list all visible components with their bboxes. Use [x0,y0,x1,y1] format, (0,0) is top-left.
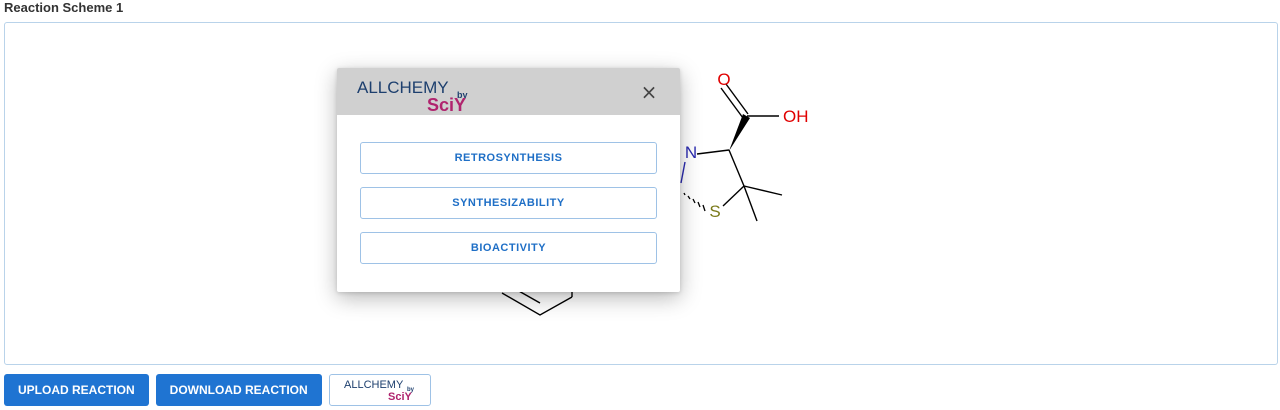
upload-reaction-button[interactable]: UPLOAD REACTION [4,374,149,406]
bioactivity-button[interactable]: BIOACTIVITY [360,232,657,264]
reaction-toolbar: UPLOAD REACTION DOWNLOAD REACTION ALLCHE… [4,374,431,406]
hashed-bond [683,192,706,212]
ring-bond [680,161,686,184]
close-button[interactable]: × [638,81,660,103]
methyl-bond [743,185,758,222]
allchemy-logo: ALLCHEMY by SciY [357,78,468,112]
ring-bond [696,149,730,155]
wedge-bond [729,114,750,151]
logo-main-text: ALLCHEMY [344,379,404,391]
modal-body: RETROSYNTHESIS SYNTHESIZABILITY BIOACTIV… [337,115,680,264]
allchemy-modal: ALLCHEMY by SciY × RETROSYNTHESIS SYNTHE… [337,68,680,292]
nitrogen-label: N [685,143,697,162]
modal-header: ALLCHEMY by SciY × [337,68,680,115]
section-title: Reaction Scheme 1 [4,0,124,15]
allchemy-button[interactable]: ALLCHEMY by SciY [328,374,431,406]
methyl-bond [743,185,783,196]
ring-bond [728,149,745,187]
oxygen-label: O [717,70,730,89]
retrosynthesis-button[interactable]: RETROSYNTHESIS [360,142,657,174]
ring-bond [722,185,745,207]
hydroxyl-label: OH [783,107,809,126]
logo-brand-text: SciY [427,95,466,112]
allchemy-logo: ALLCHEMY by SciY [344,379,415,403]
synthesizability-button[interactable]: SYNTHESIZABILITY [360,187,657,219]
logo-brand-text: SciY [388,391,413,403]
sulfur-label: S [709,202,720,221]
download-reaction-button[interactable]: DOWNLOAD REACTION [155,374,322,406]
